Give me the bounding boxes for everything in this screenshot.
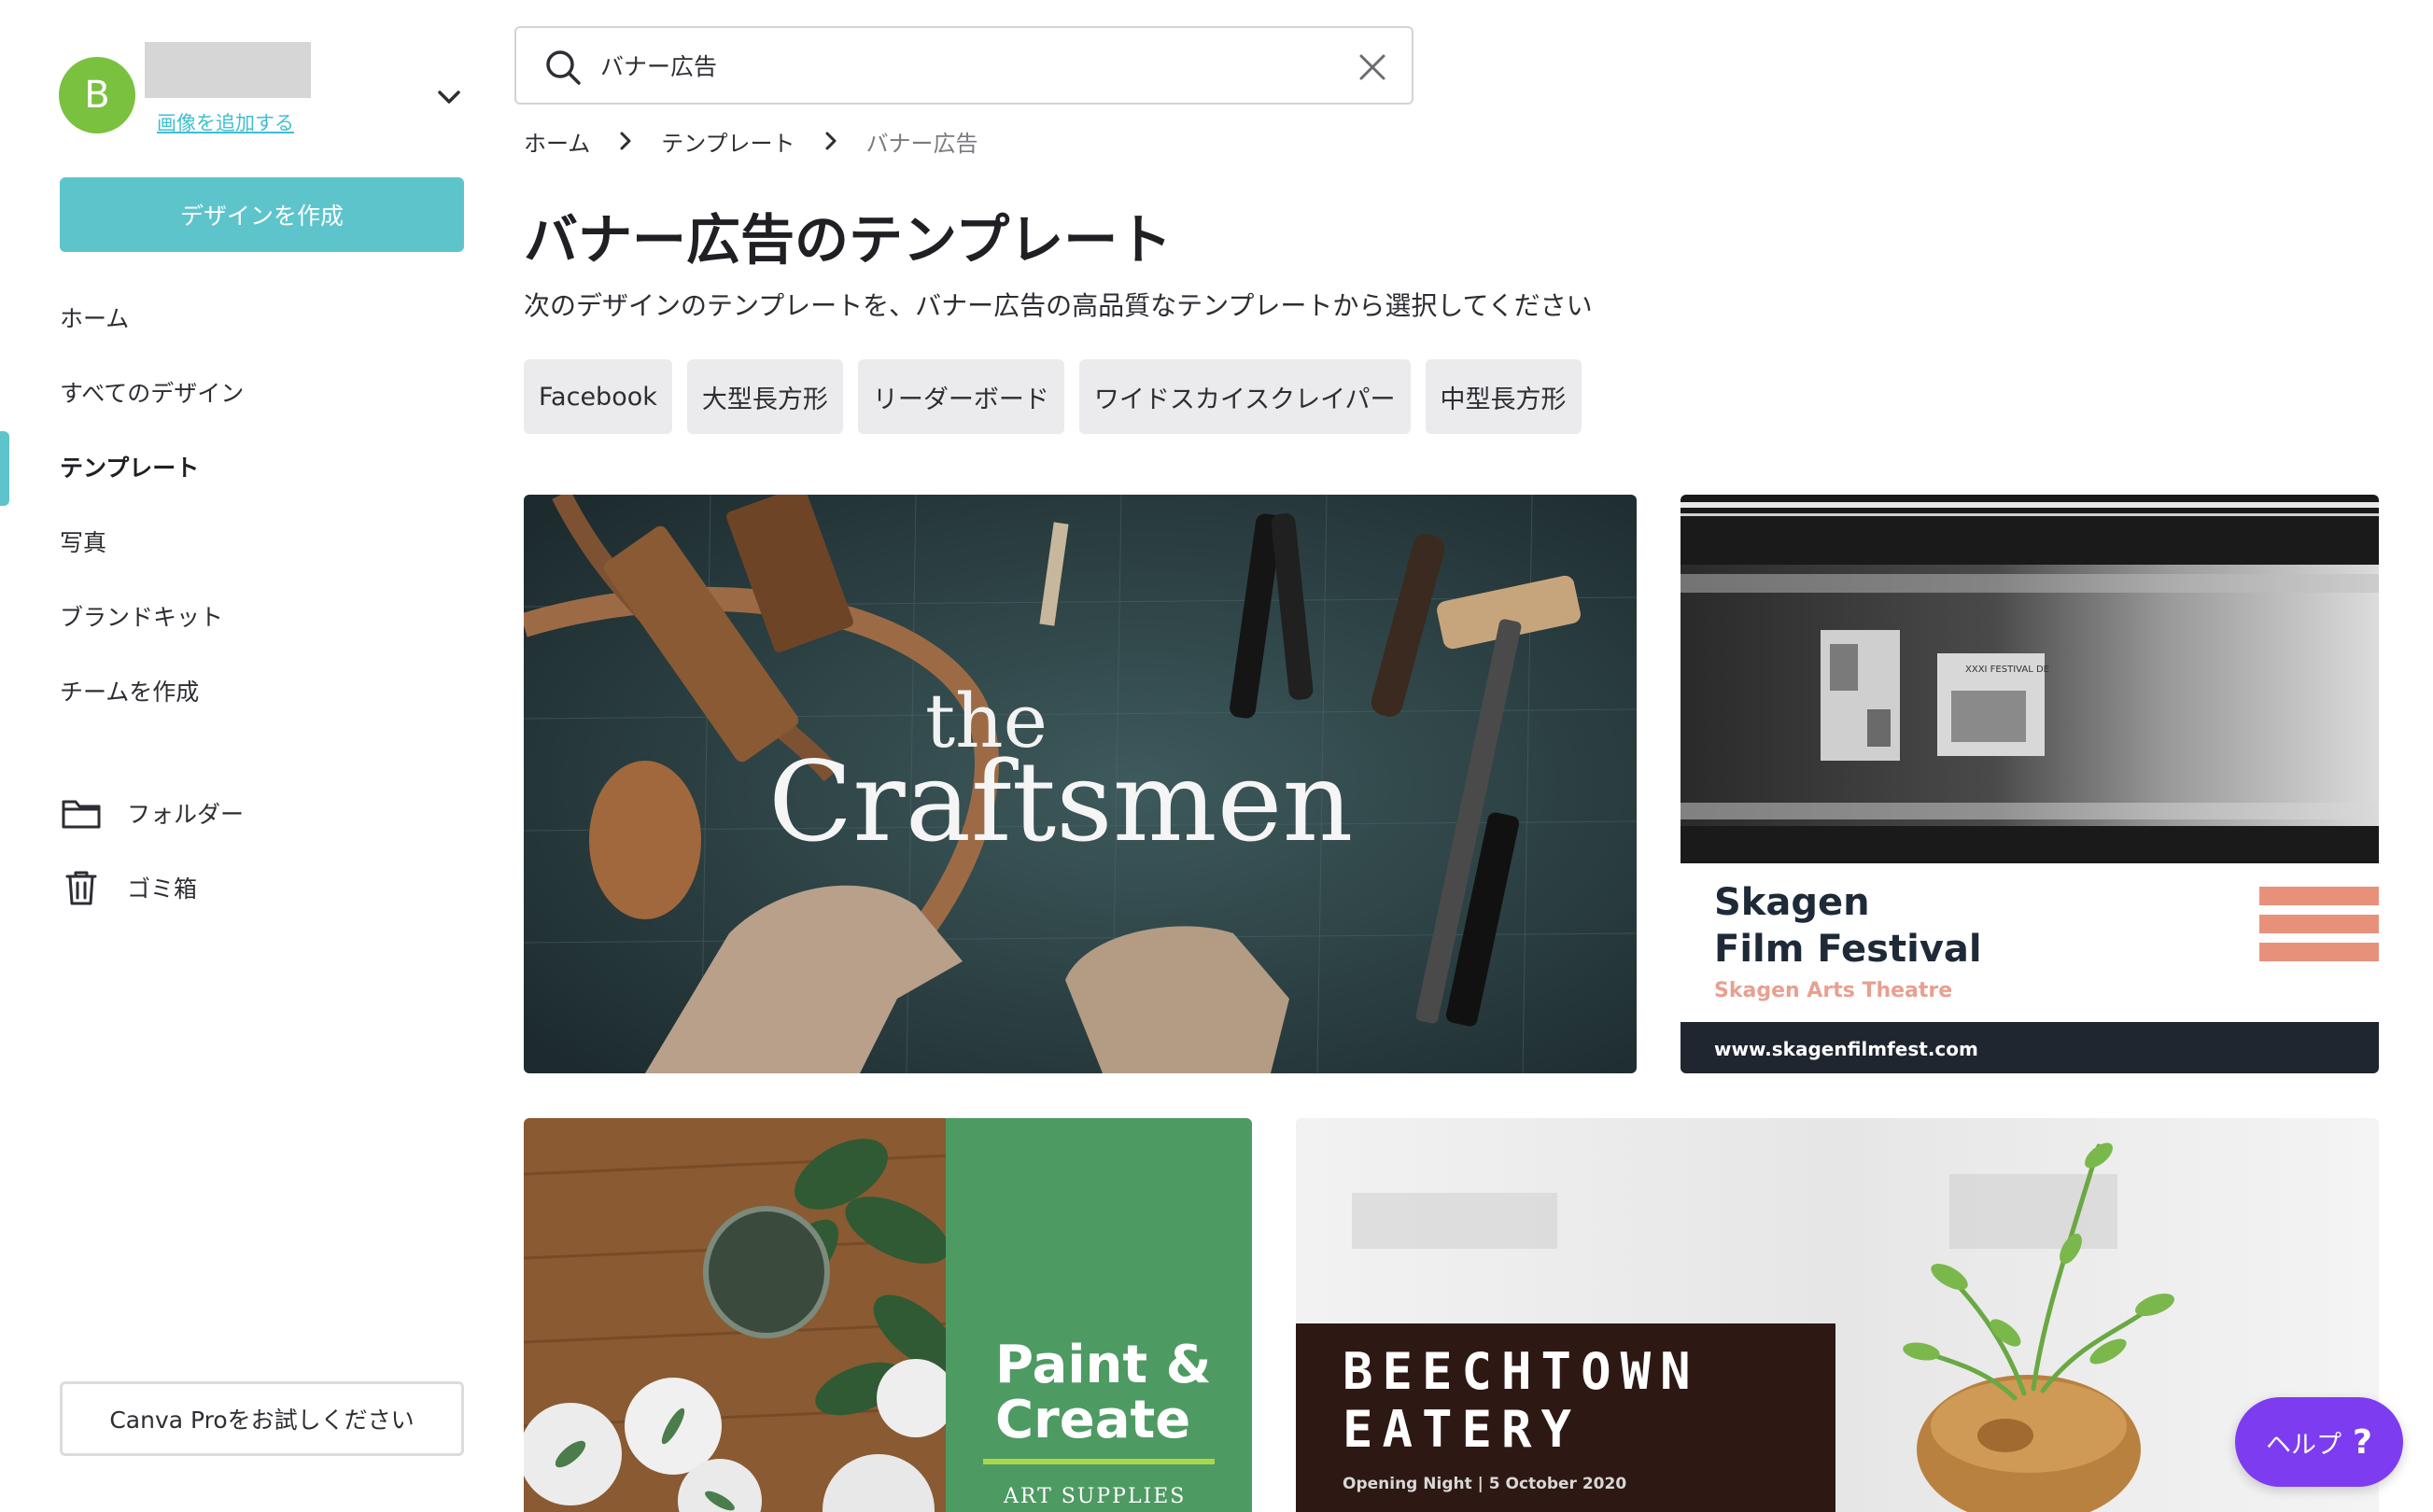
close-icon[interactable] [1354, 49, 1391, 86]
template-card-paint-create[interactable]: Paint & Create ART SUPPLIES [524, 1118, 1252, 1512]
search-box[interactable] [514, 26, 1413, 105]
breadcrumb: ホーム テンプレート バナー広告 [524, 122, 978, 160]
sidebar-item-photos[interactable]: 写真 [60, 525, 106, 562]
sidebar-item-brand-kit[interactable]: ブランドキット [60, 599, 223, 637]
chevron-down-icon[interactable] [433, 84, 465, 110]
breadcrumb-current: バナー広告 [865, 130, 978, 157]
breadcrumb-home[interactable]: ホーム [524, 125, 590, 158]
template-card-craftsmen[interactable]: the Craftsmen [524, 495, 1637, 1073]
chip-wide-skyscraper[interactable]: ワイドスカイスクレイパー [1078, 359, 1411, 434]
template-title-line2: EATERY [1343, 1400, 1581, 1459]
try-canva-pro-button[interactable]: Canva Proをお試しください [60, 1381, 464, 1456]
chip-medium-rectangle[interactable]: 中型長方形 [1425, 359, 1582, 434]
sidebar-item-all-designs[interactable]: すべてのデザイン [60, 375, 244, 413]
template-title-line1: Skagen [1714, 881, 1870, 924]
trash-icon [65, 871, 97, 905]
sidebar-item-label: フォルダー [127, 801, 245, 828]
chevron-right-icon [825, 132, 837, 150]
template-subtitle: ART SUPPLIES [1003, 1485, 1186, 1508]
breadcrumb-templates[interactable]: テンプレート [661, 125, 795, 158]
template-title-line2: Craftsmen [768, 737, 1353, 866]
avatar[interactable]: B [59, 57, 135, 133]
template-card-skagen[interactable]: XXXI FESTIVAL DE Skagen Film Festival Sk… [1681, 495, 2379, 1073]
search-icon [546, 50, 581, 85]
template-title-line1: BEECHTOWN [1343, 1342, 1700, 1401]
sidebar-item-home[interactable]: ホーム [60, 301, 129, 338]
template-card-beechtown[interactable]: BEECHTOWN EATERY Opening Night | 5 Octob… [1296, 1118, 2379, 1512]
template-subtitle: Skagen Arts Theatre [1714, 979, 1952, 1002]
add-image-link[interactable]: 画像を追加する [157, 108, 294, 136]
template-url: www.skagenfilmfest.com [1714, 1038, 1978, 1060]
template-title-line1: Paint & [995, 1335, 1212, 1395]
template-thumbnail: BEECHTOWN EATERY Opening Night | 5 Octob… [1296, 1118, 2379, 1512]
sidebar: B 画像を追加する デザインを作成 ホーム すべてのデザイン テンプレート 写真… [0, 0, 495, 1512]
sidebar-item-folders[interactable]: フォルダー [60, 791, 244, 834]
app-root: B 画像を追加する デザインを作成 ホーム すべてのデザイン テンプレート 写真… [0, 0, 2433, 1512]
active-indicator [0, 431, 9, 506]
sidebar-item-templates[interactable]: テンプレート [60, 450, 199, 487]
template-title-line2: Create [995, 1390, 1190, 1450]
sidebar-item-trash[interactable]: ゴミ箱 [60, 866, 197, 909]
template-thumbnail: Paint & Create ART SUPPLIES [524, 1118, 1252, 1512]
chip-facebook[interactable]: Facebook [524, 359, 672, 434]
help-button[interactable]: ヘルプ ? [2235, 1397, 2403, 1487]
sidebar-item-create-team[interactable]: チームを作成 [60, 674, 199, 711]
create-design-button[interactable]: デザインを作成 [60, 177, 464, 252]
chip-leaderboard[interactable]: リーダーボード [857, 359, 1064, 434]
sidebar-item-label: ゴミ箱 [127, 875, 198, 903]
template-subtitle: Opening Night | 5 October 2020 [1343, 1475, 1626, 1493]
help-label: ヘルプ [2266, 1430, 2342, 1460]
poster-tag-text: XXXI FESTIVAL DE [1965, 665, 2049, 675]
user-name-placeholder [145, 42, 311, 98]
template-thumbnail: the Craftsmen [524, 495, 1637, 1073]
help-question-icon: ? [2353, 1422, 2372, 1462]
search-input[interactable] [600, 39, 1310, 91]
chip-large-rectangle[interactable]: 大型長方形 [686, 359, 843, 434]
folder-icon [62, 800, 101, 829]
chevron-right-icon [620, 132, 631, 150]
page-subtitle: 次のデザインのテンプレートを、バナー広告の高品質なテンプレートから選択してくださ… [524, 290, 1593, 321]
template-title-line2: Film Festival [1714, 928, 1982, 971]
filter-chips: Facebook 大型長方形 リーダーボード ワイドスカイスクレイパー 中型長方… [524, 359, 1596, 434]
template-thumbnail: XXXI FESTIVAL DE Skagen Film Festival Sk… [1681, 495, 2379, 1073]
page-title: バナー広告のテンプレート [524, 208, 1173, 272]
